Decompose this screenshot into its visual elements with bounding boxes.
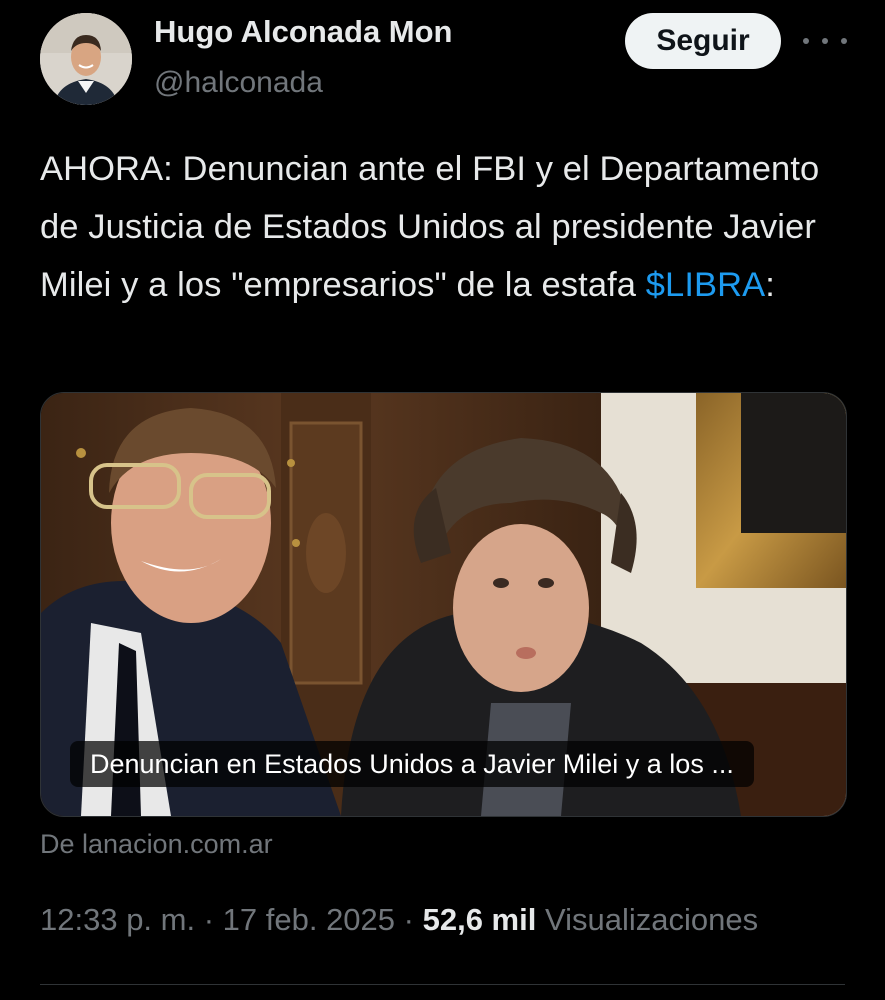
author-handle[interactable]: @halconada <box>154 66 323 100</box>
tweet-text-end: : <box>765 266 775 304</box>
author-avatar[interactable] <box>40 13 132 105</box>
link-card[interactable]: Denuncian en Estados Unidos a Javier Mil… <box>40 392 847 817</box>
follow-button[interactable]: Seguir <box>625 13 781 69</box>
views-label[interactable]: Visualizaciones <box>536 902 758 937</box>
more-options-icon[interactable] <box>803 26 847 56</box>
tweet-time[interactable]: 12:33 p. m. <box>40 902 195 937</box>
views-count[interactable]: 52,6 mil <box>423 902 537 937</box>
card-title: Denuncian en Estados Unidos a Javier Mil… <box>70 741 754 787</box>
tweet-text: AHORA: Denuncian ante el FBI y el Depart… <box>40 140 850 314</box>
meta-separator: · <box>195 902 223 937</box>
card-source-link[interactable]: De lanacion.com.ar <box>40 829 273 860</box>
tweet-date[interactable]: 17 feb. 2025 <box>223 902 395 937</box>
author-name[interactable]: Hugo Alconada Mon <box>154 14 453 50</box>
tweet-meta: 12:33 p. m. · 17 feb. 2025 · 52,6 mil Vi… <box>40 902 758 938</box>
meta-separator: · <box>395 902 423 937</box>
cashtag-link[interactable]: $LIBRA <box>646 266 766 304</box>
divider <box>40 984 845 985</box>
